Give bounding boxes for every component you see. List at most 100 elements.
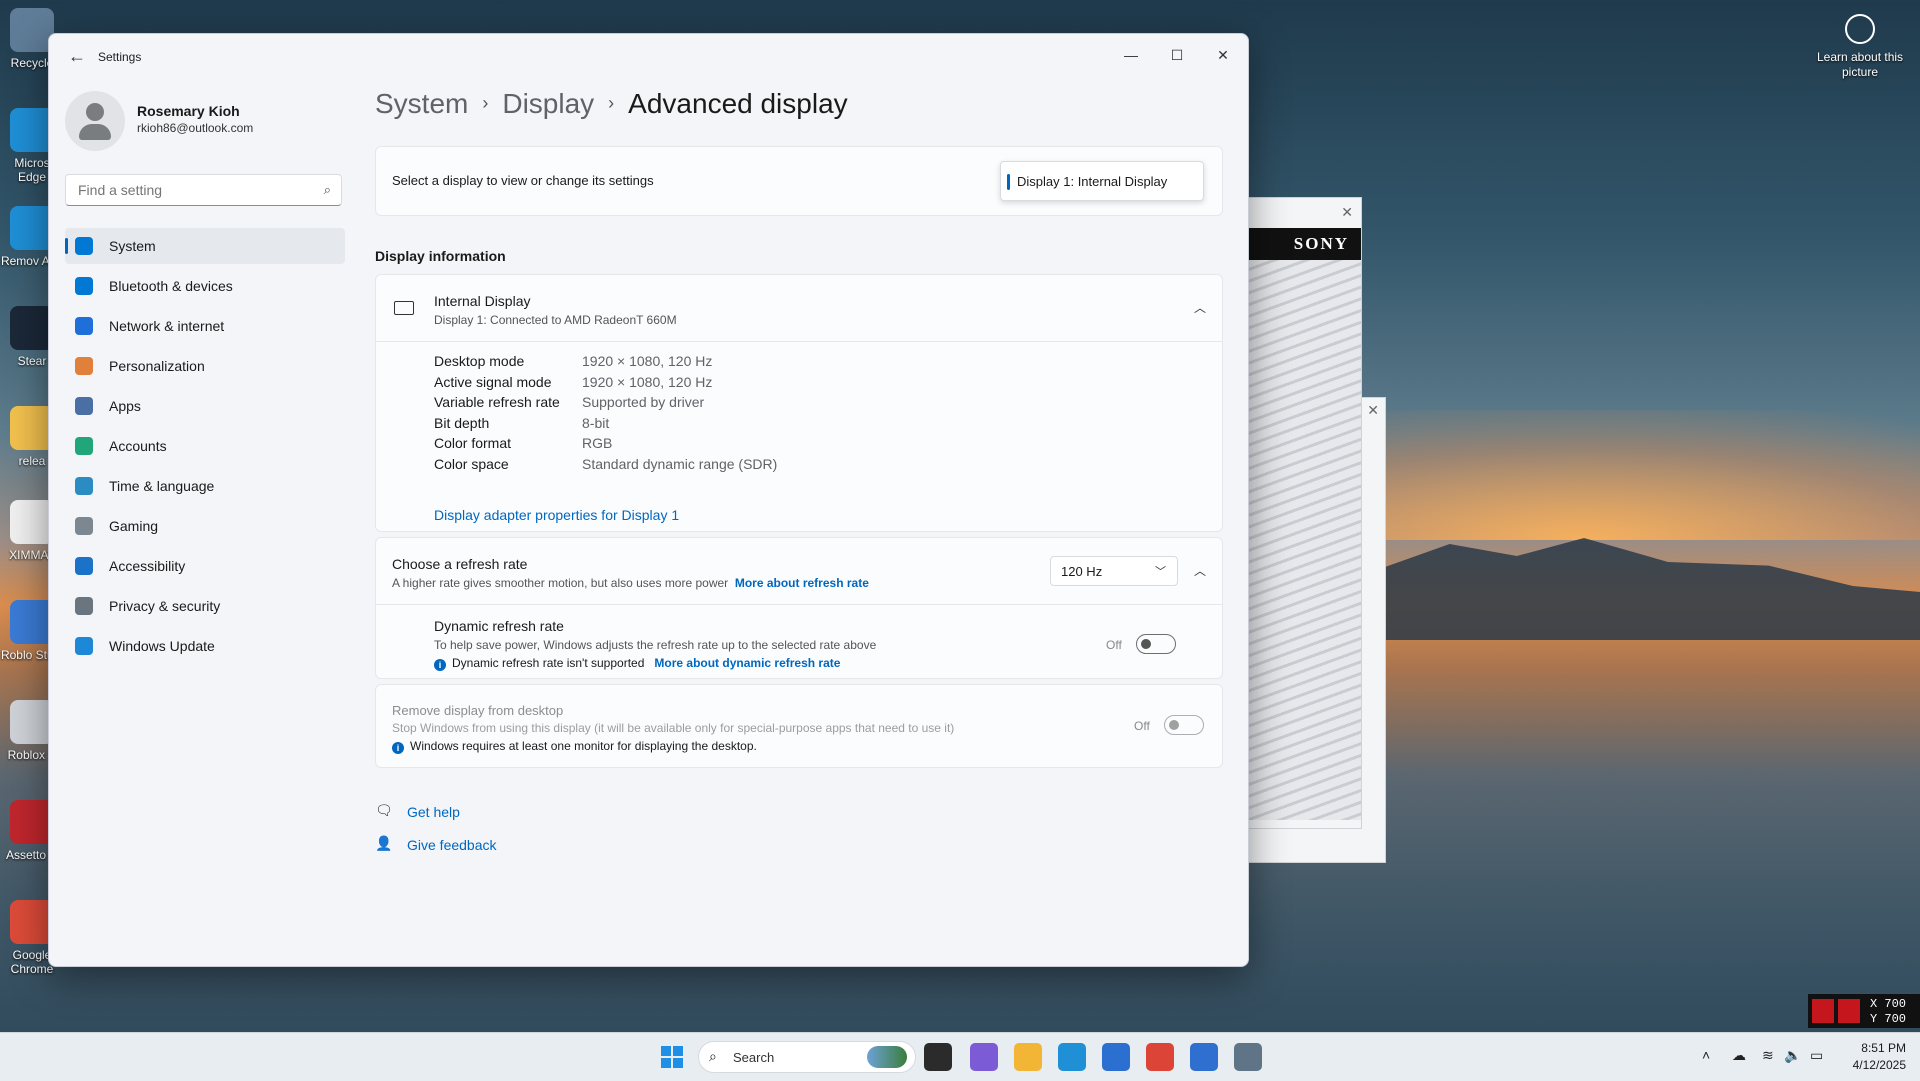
dynamic-refresh-link[interactable]: More about dynamic refresh rate bbox=[654, 656, 840, 670]
sidebar-item-windows-update[interactable]: Windows Update bbox=[65, 628, 345, 664]
close-icon[interactable]: ✕ bbox=[1341, 204, 1353, 221]
breadcrumb-system[interactable]: System bbox=[375, 88, 468, 119]
sidebar-item-label: System bbox=[109, 238, 156, 254]
app-icon[interactable] bbox=[1190, 1043, 1218, 1071]
learn-about-picture[interactable]: Learn about this picture bbox=[1812, 14, 1908, 80]
app-logo-icon bbox=[1812, 999, 1834, 1023]
sidebar-item-apps[interactable]: Apps bbox=[65, 388, 345, 424]
search-input[interactable] bbox=[76, 181, 310, 199]
info-key: Bit depth bbox=[434, 414, 490, 431]
sidebar-item-label: Apps bbox=[109, 398, 141, 414]
wifi-icon[interactable]: ≋ bbox=[1762, 1047, 1774, 1064]
dynamic-refresh-desc: To help save power, Windows adjusts the … bbox=[434, 638, 877, 652]
sidebar-item-gaming[interactable]: Gaming bbox=[65, 508, 345, 544]
info-icon: i bbox=[434, 659, 446, 671]
close-icon[interactable]: ✕ bbox=[1367, 402, 1379, 419]
page-title: Advanced display bbox=[628, 88, 848, 119]
start-tile bbox=[673, 1046, 683, 1056]
feedback-icon: 👤 bbox=[375, 835, 393, 851]
cloud-icon[interactable]: ☁ bbox=[1732, 1047, 1746, 1064]
select-display-label: Select a display to view or change its s… bbox=[392, 173, 654, 188]
display-select-dropdown[interactable]: Display 1: Internal Display bbox=[1000, 161, 1204, 201]
clock-icon bbox=[75, 477, 93, 495]
refresh-rate-header: Choose a refresh rate A higher rate give… bbox=[376, 538, 1222, 605]
sidebar-item-personalization[interactable]: Personalization bbox=[65, 348, 345, 384]
sidebar-item-accounts[interactable]: Accounts bbox=[65, 428, 345, 464]
display-info-header[interactable]: Internal Display Display 1: Connected to… bbox=[376, 275, 1222, 342]
sony-logo: SONY bbox=[1247, 228, 1361, 260]
start-icon[interactable] bbox=[658, 1043, 686, 1071]
section-title: Display information bbox=[375, 248, 506, 264]
start-tile bbox=[673, 1058, 683, 1068]
bluetooth-icon bbox=[75, 277, 93, 295]
back-arrow-icon[interactable]: ← bbox=[65, 44, 89, 68]
chevron-up-icon[interactable]: ︿ bbox=[1194, 299, 1206, 316]
sidebar-item-accessibility[interactable]: Accessibility bbox=[65, 548, 345, 584]
info-icon: i bbox=[392, 742, 404, 754]
give-feedback-row[interactable]: 👤 Give feedback bbox=[375, 835, 575, 855]
breadcrumb-display[interactable]: Display bbox=[502, 88, 594, 119]
gamepad-icon bbox=[75, 517, 93, 535]
terminal-icon[interactable] bbox=[924, 1043, 952, 1071]
sony-window[interactable]: ✕ SONY bbox=[1246, 197, 1362, 829]
give-feedback-link[interactable]: Give feedback bbox=[407, 837, 497, 853]
edge-icon[interactable] bbox=[1058, 1043, 1086, 1071]
taskbar: ⌕ Search ˄ ☁ ≋ 🔈 ▭ 8:51 PM 4/12/2025 bbox=[0, 1032, 1920, 1081]
sidebar-nav: System Bluetooth & devices Network & inter… bbox=[65, 228, 345, 668]
info-value: 1920 × 1080, 120 Hz bbox=[582, 353, 713, 369]
user-profile[interactable]: Rosemary Kioh rkioh86@outlook.com bbox=[65, 91, 345, 151]
sidebar-item-bluetooth-devices[interactable]: Bluetooth & devices bbox=[65, 268, 345, 304]
chrome-icon[interactable] bbox=[1146, 1043, 1174, 1071]
adapter-properties-link[interactable]: Display adapter properties for Display 1 bbox=[434, 507, 679, 523]
clock-date[interactable]: 4/12/2025 bbox=[1842, 1058, 1906, 1072]
chevron-up-icon[interactable]: ︿ bbox=[1194, 562, 1206, 579]
info-key: Color format bbox=[434, 435, 512, 451]
apps-icon bbox=[75, 397, 93, 415]
volume-icon[interactable]: 🔈 bbox=[1784, 1047, 1801, 1064]
refresh-rate-desc-text: A higher rate gives smoother motion, but… bbox=[392, 576, 729, 590]
minimize-button[interactable]: — bbox=[1109, 40, 1153, 70]
breadcrumb: System › Display › Advanced display bbox=[375, 88, 848, 120]
search-icon[interactable]: ⌕ bbox=[324, 182, 331, 198]
monitor-icon bbox=[394, 301, 414, 315]
sidebar-item-system[interactable]: System bbox=[65, 228, 345, 264]
update-icon bbox=[75, 637, 93, 655]
maximize-button[interactable]: ☐ bbox=[1155, 40, 1199, 70]
info-value: 8-bit bbox=[582, 414, 610, 431]
wifi-icon bbox=[75, 317, 93, 335]
profile-email: rkioh86@outlook.com bbox=[137, 121, 254, 135]
sidebar-item-privacy-security[interactable]: Privacy & security bbox=[65, 588, 345, 624]
close-button[interactable]: ✕ bbox=[1201, 40, 1245, 70]
info-key: Active signal mode bbox=[434, 373, 552, 390]
settings-icon[interactable] bbox=[1234, 1043, 1262, 1071]
dynamic-refresh-warning-text: Dynamic refresh rate isn't supported bbox=[452, 656, 645, 670]
search-box[interactable]: ⌕ bbox=[65, 174, 342, 206]
sidebar-item-label: Personalization bbox=[109, 358, 205, 374]
refresh-rate-desc: A higher rate gives smoother motion, but… bbox=[392, 576, 869, 590]
refresh-rate-dropdown[interactable]: 120 Hz ﹀ bbox=[1050, 556, 1178, 586]
get-help-row[interactable]: 🗨 Get help bbox=[375, 802, 575, 822]
sidebar-item-time-language[interactable]: Time & language bbox=[65, 468, 345, 504]
file-explorer-icon[interactable] bbox=[1014, 1043, 1042, 1071]
sidebar-item-label: Windows Update bbox=[109, 638, 215, 654]
display-name: Internal Display bbox=[434, 293, 531, 309]
copilot-m365-icon[interactable] bbox=[970, 1043, 998, 1071]
help-icon: 🗨 bbox=[375, 802, 393, 818]
taskbar-search[interactable]: ⌕ Search bbox=[698, 1041, 916, 1073]
sidebar-item-label: Gaming bbox=[109, 518, 159, 534]
dynamic-refresh-toggle[interactable] bbox=[1136, 634, 1176, 654]
refresh-rate-link[interactable]: More about refresh rate bbox=[735, 576, 869, 590]
start-tile bbox=[661, 1046, 671, 1056]
store-icon[interactable] bbox=[1102, 1043, 1130, 1071]
remove-display-toggle[interactable] bbox=[1164, 715, 1204, 735]
battery-icon[interactable]: ▭ bbox=[1810, 1047, 1823, 1064]
coord-y: Y 700 bbox=[1870, 1012, 1907, 1026]
accessibility-icon bbox=[75, 557, 93, 575]
dynamic-refresh-title: Dynamic refresh rate bbox=[434, 618, 564, 634]
settings-window[interactable]: ← Settings — ☐ ✕ Rosemary Kioh rkioh86@o… bbox=[48, 33, 1249, 967]
get-help-link[interactable]: Get help bbox=[407, 804, 460, 820]
sidebar-item-network-internet[interactable]: Network & internet bbox=[65, 308, 345, 344]
clock-time[interactable]: 8:51 PM bbox=[1842, 1041, 1906, 1055]
chevron-up-icon[interactable]: ˄ bbox=[1702, 1047, 1710, 1063]
learn-about-label: Learn about this picture bbox=[1816, 50, 1904, 79]
